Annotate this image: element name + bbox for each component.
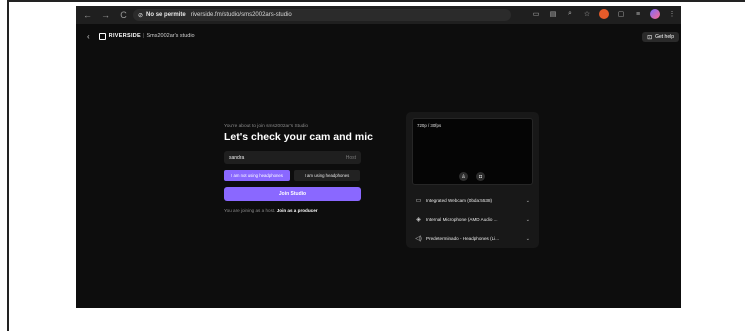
site-info-icon[interactable]: ⊘: [138, 12, 143, 19]
brand-name: RIVERSIDE: [108, 33, 142, 39]
camera-device-label: Integrated Webcam (0bda:5538): [426, 198, 493, 203]
browser-window: ← → C ⊘ No se permite riverside.fm/studi…: [76, 6, 681, 308]
profile-avatar[interactable]: [650, 9, 660, 19]
camera-icon: ▭: [415, 198, 422, 204]
name-value[interactable]: sandra: [229, 155, 244, 161]
camera-indicator-icon[interactable]: ▭: [531, 9, 541, 19]
chevron-down-icon: ⌄: [525, 197, 530, 204]
browser-toolbar: ← → C ⊘ No se permite riverside.fm/studi…: [76, 6, 681, 24]
studio-header: ‹ RIVERSIDE | Sms2002ar's studio: [76, 24, 681, 48]
address-bar[interactable]: ⊘ No se permite riverside.fm/studio/sms2…: [133, 9, 511, 21]
back-arrow-icon[interactable]: ←: [82, 10, 93, 20]
camera-preview: 720p / 30fps ♙ ◘: [412, 118, 533, 185]
device-select-microphone[interactable]: ◈ Internal Microphone (AMD Audio ... ⌄: [412, 213, 533, 226]
device-select-camera[interactable]: ▭ Integrated Webcam (0bda:5538) ⌄: [412, 194, 533, 207]
role-label: Host: [345, 154, 356, 161]
brand-separator: |: [143, 33, 145, 39]
media-queue-icon[interactable]: ≡: [633, 9, 643, 19]
resolution-label: 720p / 30fps: [417, 123, 442, 128]
microphone-device-label: Internal Microphone (AMD Audio ...: [426, 217, 498, 222]
back-chevron-icon[interactable]: ‹: [87, 32, 90, 41]
permission-chip[interactable]: No se permite: [146, 12, 186, 18]
device-select-speaker[interactable]: ◁) Predeterminado - Headphones (Li... ⌄: [412, 232, 533, 245]
get-help-label: Get help: [655, 34, 674, 40]
chevron-down-icon: ⌄: [525, 235, 530, 242]
device-panel: 720p / 30fps ♙ ◘ ▭ Integrated Webcam (0b…: [406, 112, 539, 248]
join-intro: You're about to join sms2002ar's Studio: [224, 124, 309, 129]
extensions-puzzle-icon[interactable]: ▢: [616, 9, 626, 19]
page-title: Let's check your cam and mic: [224, 131, 373, 143]
get-help-button[interactable]: ⊡ Get help: [642, 32, 679, 42]
using-headphones-button[interactable]: I am using headphones: [294, 170, 360, 181]
help-chat-icon: ⊡: [647, 34, 653, 41]
mic-toggle-icon[interactable]: ♙: [459, 172, 468, 181]
name-input[interactable]: sandra Host: [224, 151, 361, 164]
headphones-choice: I am not using headphones I am using hea…: [224, 170, 364, 181]
not-using-headphones-button[interactable]: I am not using headphones: [224, 170, 290, 181]
bookmark-star-icon[interactable]: ☆: [582, 9, 592, 19]
speaker-icon: ◁): [415, 236, 422, 242]
extension-icon[interactable]: [599, 9, 609, 19]
zoom-icon[interactable]: ⌕: [565, 9, 575, 19]
join-studio-button[interactable]: Join Studio: [224, 187, 361, 201]
join-form: You're about to join sms2002ar's Studio …: [224, 124, 373, 213]
translate-icon[interactable]: ▤: [548, 9, 558, 19]
joining-note: You are joining as a host. Join as a pro…: [224, 208, 364, 213]
joining-text: You are joining as a host.: [224, 208, 276, 213]
forward-arrow-icon[interactable]: →: [100, 10, 111, 20]
microphone-icon: ◈: [416, 217, 421, 223]
studio-name: Sms2002ar's studio: [146, 33, 195, 39]
url-text[interactable]: riverside.fm/studio/sms2002ars-studio: [191, 12, 292, 18]
chevron-down-icon: ⌄: [525, 216, 530, 223]
reload-icon[interactable]: C: [118, 10, 129, 20]
speaker-device-label: Predeterminado - Headphones (Li...: [426, 236, 500, 241]
riverside-logo-icon: [98, 32, 106, 40]
join-as-producer-link[interactable]: Join as a producer: [277, 208, 318, 213]
browser-toolbar-icons: ▭ ▤ ⌕ ☆ ▢ ≡ ⋮: [531, 9, 677, 19]
camera-toggle-icon[interactable]: ◘: [476, 172, 485, 181]
browser-menu-icon[interactable]: ⋮: [667, 9, 677, 19]
